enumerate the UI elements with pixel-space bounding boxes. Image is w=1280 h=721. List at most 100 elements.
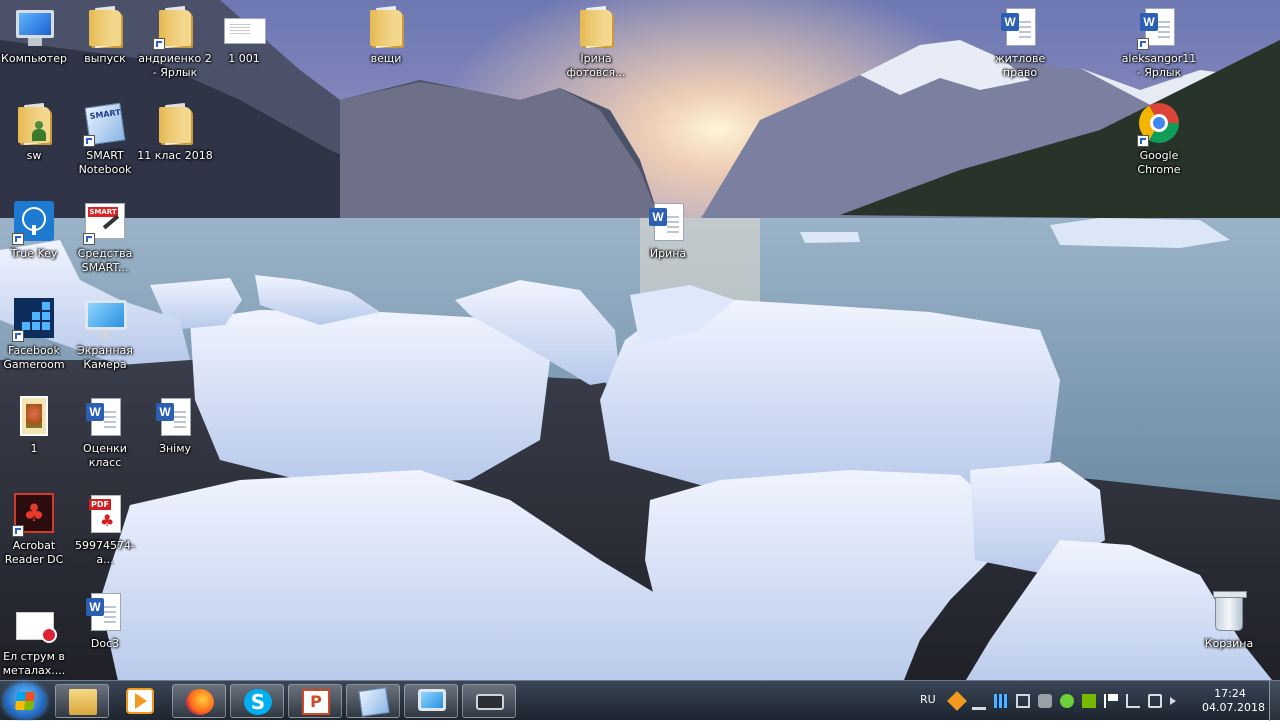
tray-window-icon[interactable] [1016,694,1030,708]
desktop-icon-irina-fotovsya[interactable]: Ірина фотовся... [558,0,634,80]
taskbar-firefox[interactable] [172,684,226,718]
acrobat-icon: ♣ [12,493,56,537]
desktop-icon-1[interactable]: 1 [0,390,72,456]
start-button[interactable] [4,683,46,719]
gameroom-tray-icon[interactable] [994,694,1008,708]
desktop-icon-label: aleksangor11 - Ярлык [1121,52,1197,79]
desktop-icon-label: Средства SMART... [77,247,133,274]
desktop-icon-label: Зніму [158,442,192,455]
word-document-icon: W [153,396,197,440]
folder-icon [153,6,197,50]
desktop-icon-andrienko[interactable]: андриенко 2 - Ярлык [137,0,213,80]
desktop-icon-label: SMART Notebook [78,149,132,176]
nvidia-icon[interactable] [1082,694,1096,708]
desktop-icon-label: выпуск [84,52,126,65]
desktop-icon-otsenki[interactable]: W Оценки класс [67,390,143,470]
monitor-icon [83,298,127,342]
gameroom-icon [12,298,56,342]
folder-icon [153,103,197,147]
tray-app-icon[interactable] [947,691,967,711]
desktop-icon-sw[interactable]: sw [0,97,72,163]
show-desktop-button[interactable] [1269,681,1280,721]
desktop-icon-computer[interactable]: Компьютер [0,0,72,66]
tray-disk-icon[interactable] [1038,694,1052,708]
folder-icon [69,689,97,715]
desktop-icon-label: Оценки класс [83,442,127,469]
desktop-icon-veshchi[interactable]: вещи [348,0,424,66]
desktop-icon-1-001[interactable]: 1 001 [206,0,282,66]
clock[interactable]: 17:24 04.07.2018 [1202,687,1265,715]
pdf-file-icon: PDF ♣ [83,493,127,537]
taskbar-screen-camera[interactable] [404,684,458,718]
smart-notebook-icon: SMART [83,102,127,147]
desktop-icon-label: Doc3 [90,637,120,650]
desktop-icon-google-chrome[interactable]: Google Chrome [1121,97,1197,177]
taskbar-skype[interactable]: S [230,684,284,718]
recycle-bin-icon [1207,591,1251,635]
desktop-icon-label: Facebook Gameroom [3,344,65,371]
network-icon[interactable] [1148,694,1162,708]
desktop-icon-aleksangor11[interactable]: W aleksangor11 - Ярлык [1121,0,1197,80]
chrome-icon [1137,103,1181,147]
word-document-icon: W [83,396,127,440]
taskbar-recorder[interactable] [462,684,516,718]
desktop-icon-label: sw [26,149,42,162]
document-shortcut-icon [12,604,57,648]
desktop-icon-label: Экранная Камера [77,344,133,371]
desktop-icon-el-strum[interactable]: Ел струм в металах.... [0,598,72,678]
desktop-icon-true-key[interactable]: True Key [0,195,72,261]
desktop-icon-zhytlove-pravo[interactable]: W житлове право [982,0,1058,80]
desktop-icon-label: 1 001 [228,52,260,65]
tray-green-app-icon[interactable] [1060,694,1074,708]
desktop-icon-label: Корзина [1204,637,1254,650]
camera-icon [476,694,504,710]
desktop-icon-label: Компьютер [1,52,67,65]
desktop-icon-label: вещи [370,52,402,65]
desktop-icon-acrobat-reader[interactable]: ♣ Acrobat Reader DC [0,487,72,567]
taskbar-media-player[interactable] [113,684,167,718]
desktop-icon-label: андриенко 2 - Ярлык [138,52,212,79]
action-center-flag-icon[interactable] [1104,694,1120,708]
word-document-icon: W [83,591,127,635]
word-document-icon: W [1137,6,1181,50]
desktop-icon-11-klas-2018[interactable]: 11 клас 2018 [137,97,213,163]
folder-icon [574,6,618,50]
desktop-icon-znimu[interactable]: W Зніму [137,390,213,456]
language-indicator[interactable]: RU [920,693,936,706]
desktop-icon-label: True Key [10,247,58,260]
desktop-icon-vypusk[interactable]: выпуск [67,0,143,66]
powerpoint-icon: P [302,689,330,715]
volume-icon[interactable] [1170,697,1176,705]
desktop-icon-label: 59974574-a... [75,539,135,566]
desktop-icon-doc3[interactable]: W Doc3 [67,585,143,651]
desktop-icon-label: 11 клас 2018 [137,149,213,162]
desktop-icon-label: Ирина [649,247,687,260]
desktop-icon-label: Acrobat Reader DC [4,539,64,566]
taskbar-powerpoint[interactable]: P [288,684,342,718]
desktop-icon-smart-notebook[interactable]: SMART SMART Notebook [67,97,143,177]
desktop-icon-pdf-59974574[interactable]: PDF ♣ 59974574-a... [67,487,143,567]
tray-cursor-icon[interactable] [1126,694,1140,708]
monitor-icon [418,689,446,711]
image-file-icon [12,396,56,440]
clock-date: 04.07.2018 [1202,701,1265,714]
smart-icon [358,687,390,717]
desktop-icon-facebook-gameroom[interactable]: Facebook Gameroom [0,292,72,372]
word-document-icon: W [998,6,1042,50]
taskbar-smart-notebook[interactable] [346,684,400,718]
smart-tools-icon: SMART [83,201,127,245]
desktop-icon-smart-tools[interactable]: SMART Средства SMART... [67,195,143,275]
media-player-icon [126,688,154,714]
desktop-icon-recycle-bin[interactable]: Корзина [1191,585,1267,651]
desktop-icon-label: Ел струм в металах.... [2,650,66,677]
desktop-icon-irina[interactable]: W Ирина [630,195,706,261]
firefox-icon [186,689,214,715]
desktop-icon-label: Ірина фотовся... [566,52,626,79]
skype-icon: S [244,689,272,715]
usb-icon[interactable] [972,701,986,710]
desktop-icon-screen-camera[interactable]: Экранная Камера [67,292,143,372]
computer-icon [12,6,56,50]
true-key-icon [12,201,56,245]
taskbar-explorer[interactable] [55,684,109,718]
desktop-icon-label: 1 [30,442,38,455]
